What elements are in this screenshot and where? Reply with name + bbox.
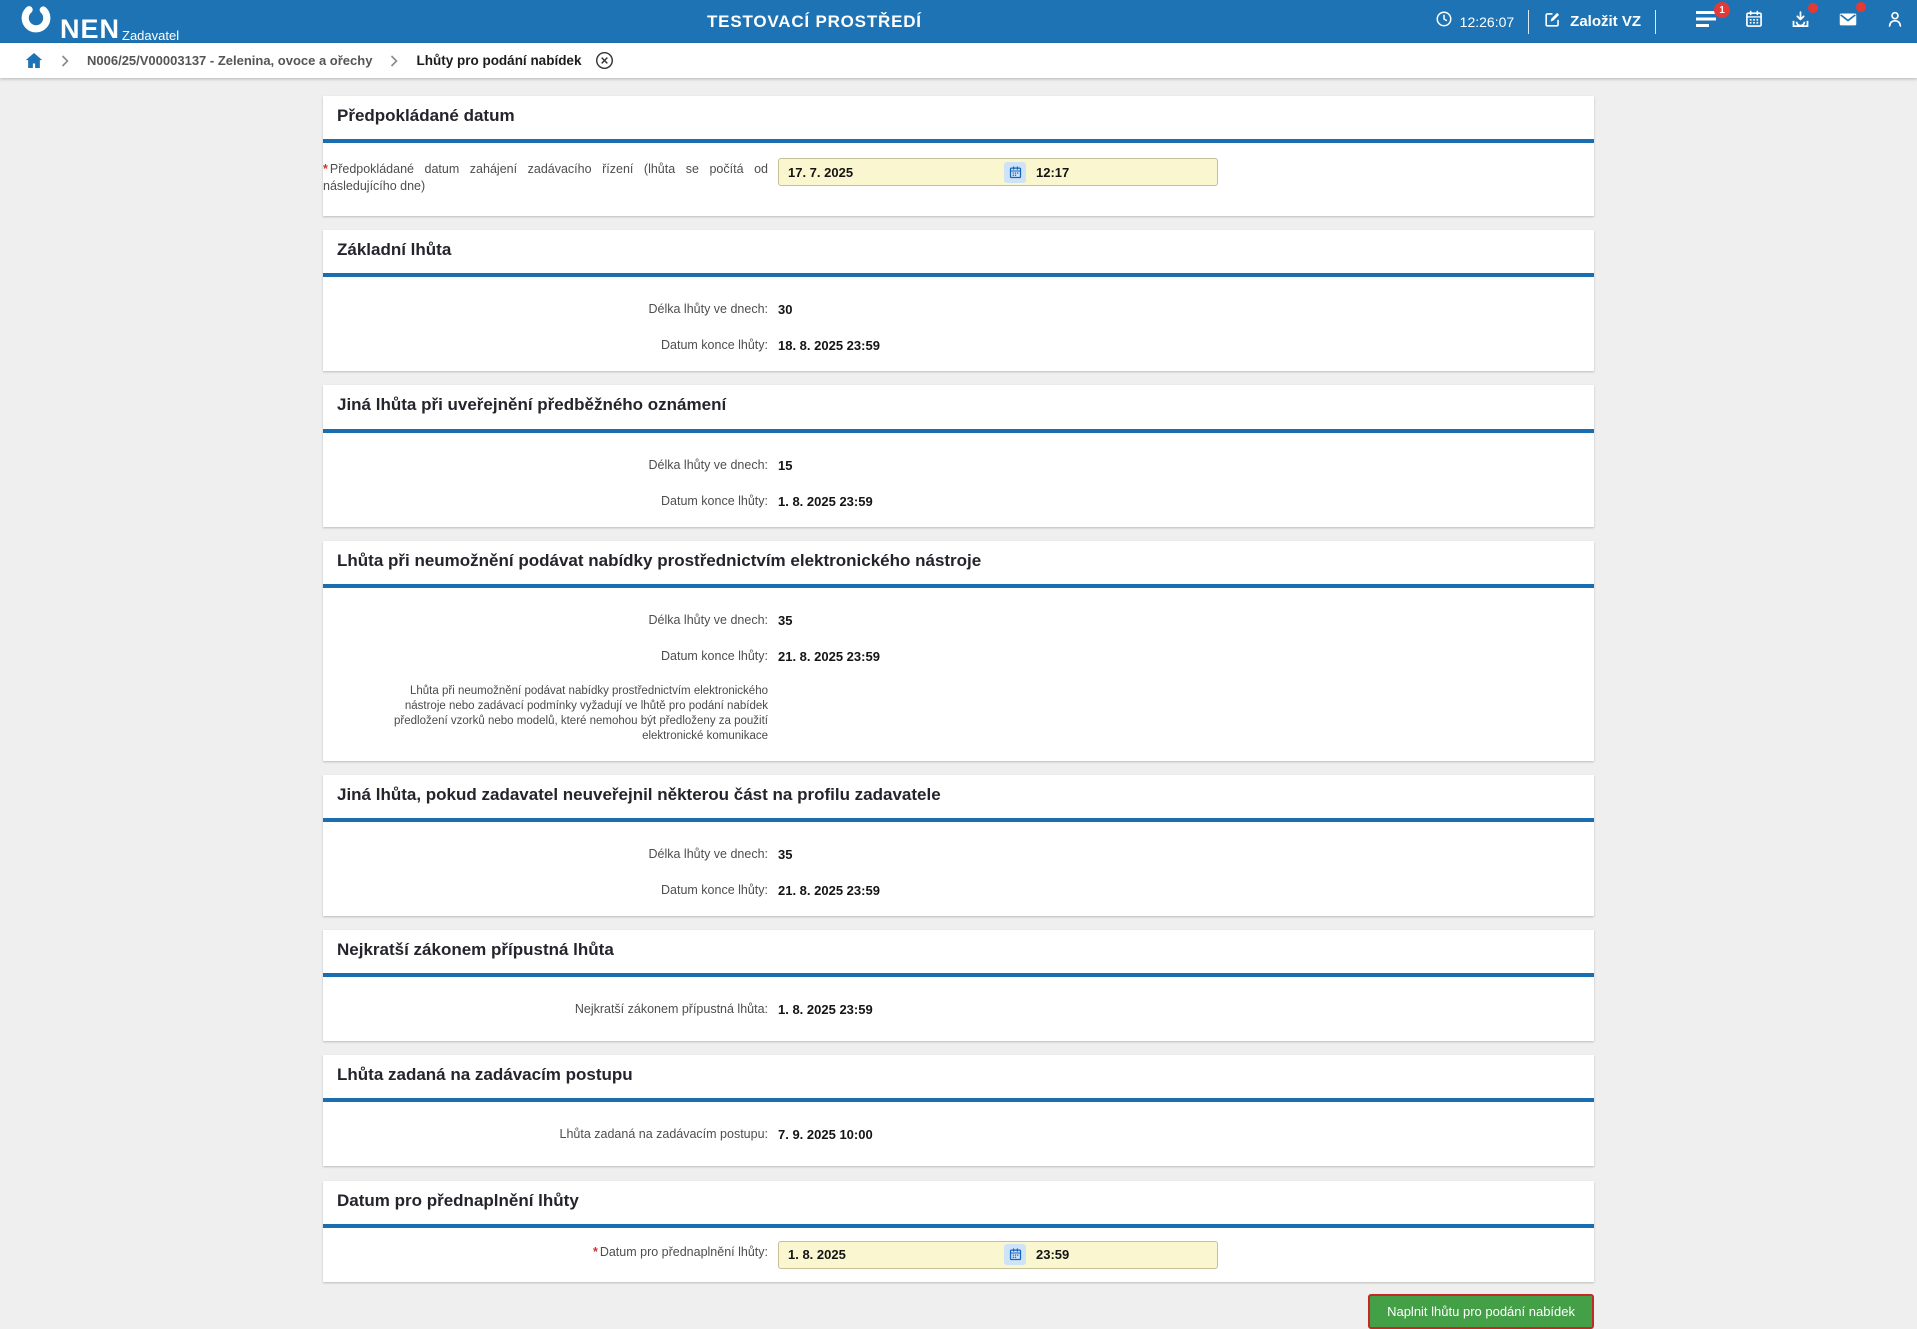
section-title: Lhůta zadaná na zadávacím postupu [337,1065,633,1085]
field-value: 35 [778,612,793,628]
footer-actions: Naplnit lhůtu pro podání nabídek [323,1293,1594,1329]
messages-button[interactable] [1837,2,1866,35]
server-time: 12:26:07 [1435,10,1515,33]
field-label: Nejkratší zákonem přípustná lhůta: [574,1002,768,1017]
header-actions: 12:26:07 Založit VZ 1 [1435,0,1905,43]
expected-start-date-label: * Předpokládané datum zahájení zadávacího… [323,162,768,194]
messages-badge-dot [1856,2,1866,12]
brand-subtitle: Zadavatel [122,28,180,43]
field-row: Délka lhůty ve dnech: 15 [323,457,1594,474]
nen-logo[interactable]: NEN Zadavatel [18,0,179,43]
field-row: Délka lhůty ve dnech: 35 [323,846,1594,863]
nen-swoosh-logo-icon [18,0,54,41]
edit-square-icon [1543,10,1562,34]
field-row: Datum konce lhůty: 21. 8. 2025 23:59 [323,882,1594,899]
section-procedure-deadline: Lhůta zadaná na zadávacím postupu Lhůta … [323,1055,1594,1167]
section-basic-deadline: Základní lhůta Délka lhůty ve dnech: 30 … [323,230,1594,372]
breadcrumb: N006/25/V00003137 - Zelenina, ovoce a oř… [0,43,1917,78]
field-row: Délka lhůty ve dnech: 35 [323,612,1594,629]
section-no-electronic-tool-deadline: Lhůta při neumožnění podávat nabídky pro… [323,540,1594,761]
field-value: 30 [778,302,793,318]
field-row: Datum konce lhůty: 18. 8. 2025 23:59 [323,337,1594,354]
clock-time-label: 12:26:07 [1459,13,1515,30]
downloads-button[interactable] [1790,2,1818,35]
section-unpublished-part-deadline: Jiná lhůta, pokud zadavatel neuveřejnil … [323,774,1594,916]
calendar-icon [1744,9,1764,34]
field-label: Datum konce lhůty: [661,648,768,663]
calendar-button[interactable] [1744,9,1764,34]
mail-icon [1837,8,1859,35]
section-title: Jiná lhůta, pokud zadavatel neuveřejnil … [337,784,941,804]
required-marker: * [592,1244,598,1259]
field-label: Lhůta zadaná na zadávacím postupu: [559,1127,768,1142]
breadcrumb-procurement-link[interactable]: N006/25/V00003137 - Zelenina, ovoce a oř… [87,53,372,68]
calendar-picker-icon [1009,1248,1021,1261]
prefill-datetime-field [778,1240,1218,1269]
user-icon [1885,9,1905,34]
section-title: Předpokládané datum [337,106,515,125]
calendar-picker-button[interactable] [1004,1244,1026,1266]
field-value: 7. 9. 2025 10:00 [778,1127,873,1143]
required-marker: * [323,162,328,177]
field-label: Datum konce lhůty: [661,493,768,508]
expected-start-date-input[interactable] [779,164,1004,180]
section-shortest-legal-deadline: Nejkratší zákonem přípustná lhůta Nejkra… [323,930,1594,1042]
inbox-download-icon [1790,9,1811,35]
section-prior-notice-deadline: Jiná lhůta při uveřejnění předběžného oz… [323,385,1594,527]
field-label: Délka lhůty ve dnech: [648,302,768,317]
header-separator [1528,9,1530,34]
field-value: 18. 8. 2025 23:59 [778,338,880,354]
fill-deadline-button[interactable]: Naplnit lhůtu pro podání nabídek [1368,1293,1594,1329]
field-value: 15 [778,457,793,473]
downloads-badge-dot [1808,2,1818,13]
expected-start-datetime-field [778,158,1218,187]
section-title: Nejkratší zákonem přípustná lhůta [337,940,614,960]
expected-start-time-input[interactable] [1026,164,1217,180]
calendar-picker-icon [1009,165,1021,178]
field-row: Nejkratší zákonem přípustná lhůta: 1. 8.… [323,1001,1594,1018]
field-row: Datum konce lhůty: 21. 8. 2025 23:59 [323,648,1594,665]
field-label: Délka lhůty ve dnech: [648,846,768,861]
prefill-time-input[interactable] [1026,1247,1217,1263]
section-title: Lhůta při neumožnění podávat nabídky pro… [337,550,982,570]
clock-icon [1435,10,1453,33]
create-vz-label: Založit VZ [1570,13,1641,30]
close-icon[interactable] [595,51,614,70]
field-label: Délka lhůty ve dnech: [648,612,768,627]
home-icon[interactable] [25,52,43,69]
field-label: Datum konce lhůty: [661,338,768,353]
header-separator [1655,9,1656,34]
field-value: 1. 8. 2025 23:59 [778,493,873,509]
field-value: 21. 8. 2025 23:59 [778,882,880,898]
section-expected-date: Předpokládané datum * Předpokládané datum… [323,96,1594,217]
create-vz-button[interactable]: Založit VZ [1543,10,1641,34]
environment-title: TESTOVACÍ PROSTŘEDÍ [707,11,922,31]
deadlines-form: Předpokládané datum * Předpokládané datum… [323,96,1594,1329]
field-value: 1. 8. 2025 23:59 [778,1002,873,1018]
section-prefill-date: Datum pro přednaplnění lhůty * Datum pro … [323,1180,1594,1282]
chevron-right-icon [390,54,399,67]
menu-badge: 1 [1714,2,1730,18]
section-title: Základní lhůta [337,240,452,260]
section-title: Datum pro přednaplnění lhůty [337,1190,579,1210]
field-row: Délka lhůty ve dnech: 30 [323,301,1594,318]
section-explanatory-note: Lhůta při neumožnění podávat nabídky pro… [394,684,768,742]
prefill-date-input[interactable] [779,1247,1004,1263]
prefill-date-label: * Datum pro přednaplnění lhůty: [592,1244,768,1259]
top-header-bar: NEN Zadavatel TESTOVACÍ PROSTŘEDÍ 12:26:… [0,0,1917,43]
main-menu-button[interactable]: 1 [1696,2,1730,33]
field-row: Datum konce lhůty: 1. 8. 2025 23:59 [323,493,1594,510]
section-title: Jiná lhůta při uveřejnění předběžného oz… [337,395,727,415]
field-label: Délka lhůty ve dnech: [648,457,768,472]
field-value: 35 [778,846,793,862]
field-label: Datum konce lhůty: [661,882,768,897]
chevron-right-icon [61,54,69,67]
breadcrumb-current-page: Lhůty pro podání nabídek [416,53,582,68]
brand-name: NEN [60,14,121,44]
field-row: Lhůta zadaná na zadávacím postupu: 7. 9.… [323,1126,1594,1143]
user-profile-button[interactable] [1885,9,1905,34]
field-value: 21. 8. 2025 23:59 [778,648,880,664]
calendar-picker-button[interactable] [1004,161,1026,183]
